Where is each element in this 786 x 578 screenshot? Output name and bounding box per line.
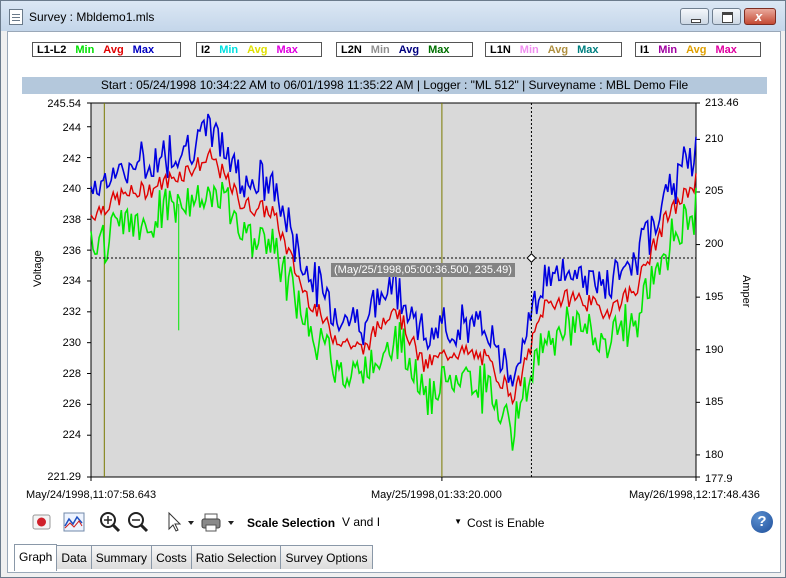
zoom-out-button[interactable]	[126, 511, 150, 533]
tab-bar: Graph Data Summary Costs Ratio Selection…	[14, 544, 373, 571]
x-tick-label: May/26/1998,12:17:48.436	[629, 489, 760, 501]
y2-tick-label: 200	[705, 238, 724, 250]
tab-ratio-selection[interactable]: Ratio Selection	[190, 545, 282, 569]
y-tick-label: 230	[62, 337, 81, 349]
graph-mode-button[interactable]	[62, 511, 86, 533]
y-tick-label: 236	[62, 245, 81, 257]
pointer-tool-button[interactable]	[163, 511, 197, 533]
minimize-icon	[691, 19, 701, 23]
close-button[interactable]: x	[744, 8, 776, 25]
y-tick-label: 244	[62, 122, 81, 134]
printer-icon	[201, 513, 234, 532]
y2-axis-label: Amper	[740, 275, 752, 308]
scale-select[interactable]: V and I ▼	[342, 513, 462, 531]
y-tick-label: 232	[62, 306, 81, 318]
document-icon	[9, 9, 23, 25]
survey-window: Survey : Mbldemo1.mls x L1-L2 Min Avg Ma…	[0, 0, 786, 578]
y2-tick-label: 185	[705, 396, 724, 408]
record-button[interactable]	[30, 511, 54, 533]
y-tick-label: 221.29	[47, 471, 81, 483]
y2-tick-label: 177.9	[705, 473, 733, 485]
y-tick-label: 224	[62, 429, 81, 441]
maximize-button[interactable]	[712, 8, 741, 25]
tab-summary[interactable]: Summary	[90, 545, 153, 569]
y-tick-label: 240	[62, 183, 81, 195]
scale-select-value: V and I	[342, 515, 381, 529]
tab-data[interactable]: Data	[56, 545, 92, 569]
y-tick-label: 245.54	[47, 98, 81, 110]
y-tick-label: 226	[62, 398, 81, 410]
tab-graph[interactable]: Graph	[14, 544, 58, 571]
y-tick-label: 228	[62, 368, 81, 380]
cost-status: Cost is Enable	[467, 516, 545, 530]
zoom-in-button[interactable]	[98, 511, 122, 533]
title-bar: Survey : Mbldemo1.mls x	[1, 1, 785, 31]
graph-panel: L1-L2 Min Avg Max I2 Min Avg Max L2N Min…	[7, 31, 781, 573]
x-tick-label: May/25/1998,01:33:20.000	[371, 489, 502, 501]
tab-costs[interactable]: Costs	[151, 545, 192, 569]
y2-tick-label: 213.46	[705, 97, 739, 109]
minimize-button[interactable]	[680, 8, 709, 25]
graph-toolbar: Scale Selection V and I ▼ Cost is Enable…	[14, 508, 774, 536]
y-tick-label: 238	[62, 214, 81, 226]
y2-tick-label: 205	[705, 185, 724, 197]
y2-tick-label: 195	[705, 291, 724, 303]
y2-tick-label: 210	[705, 133, 724, 145]
scale-selection-label: Scale Selection	[247, 516, 336, 530]
y2-tick-label: 180	[705, 449, 724, 461]
tab-survey-options[interactable]: Survey Options	[280, 545, 373, 569]
window-title: Survey : Mbldemo1.mls	[29, 10, 155, 24]
help-icon[interactable]: ?	[751, 511, 773, 533]
x-tick-label: May/24/1998,11:07:58.643	[26, 489, 157, 501]
cursor-tooltip: (May/25/1998,05:00:36.500, 235.49)	[331, 263, 515, 277]
pointer-icon	[168, 511, 194, 532]
y-tick-label: 234	[62, 275, 81, 287]
chevron-down-icon: ▼	[454, 517, 462, 526]
zoom-in-icon	[100, 512, 121, 533]
zoom-out-icon	[128, 512, 149, 533]
y2-tick-label: 190	[705, 344, 724, 356]
close-icon: x	[755, 9, 763, 24]
line-chart-icon	[63, 512, 85, 532]
maximize-icon	[722, 12, 733, 23]
y-tick-label: 242	[62, 153, 81, 165]
print-button[interactable]	[200, 511, 236, 533]
record-icon	[32, 514, 51, 530]
